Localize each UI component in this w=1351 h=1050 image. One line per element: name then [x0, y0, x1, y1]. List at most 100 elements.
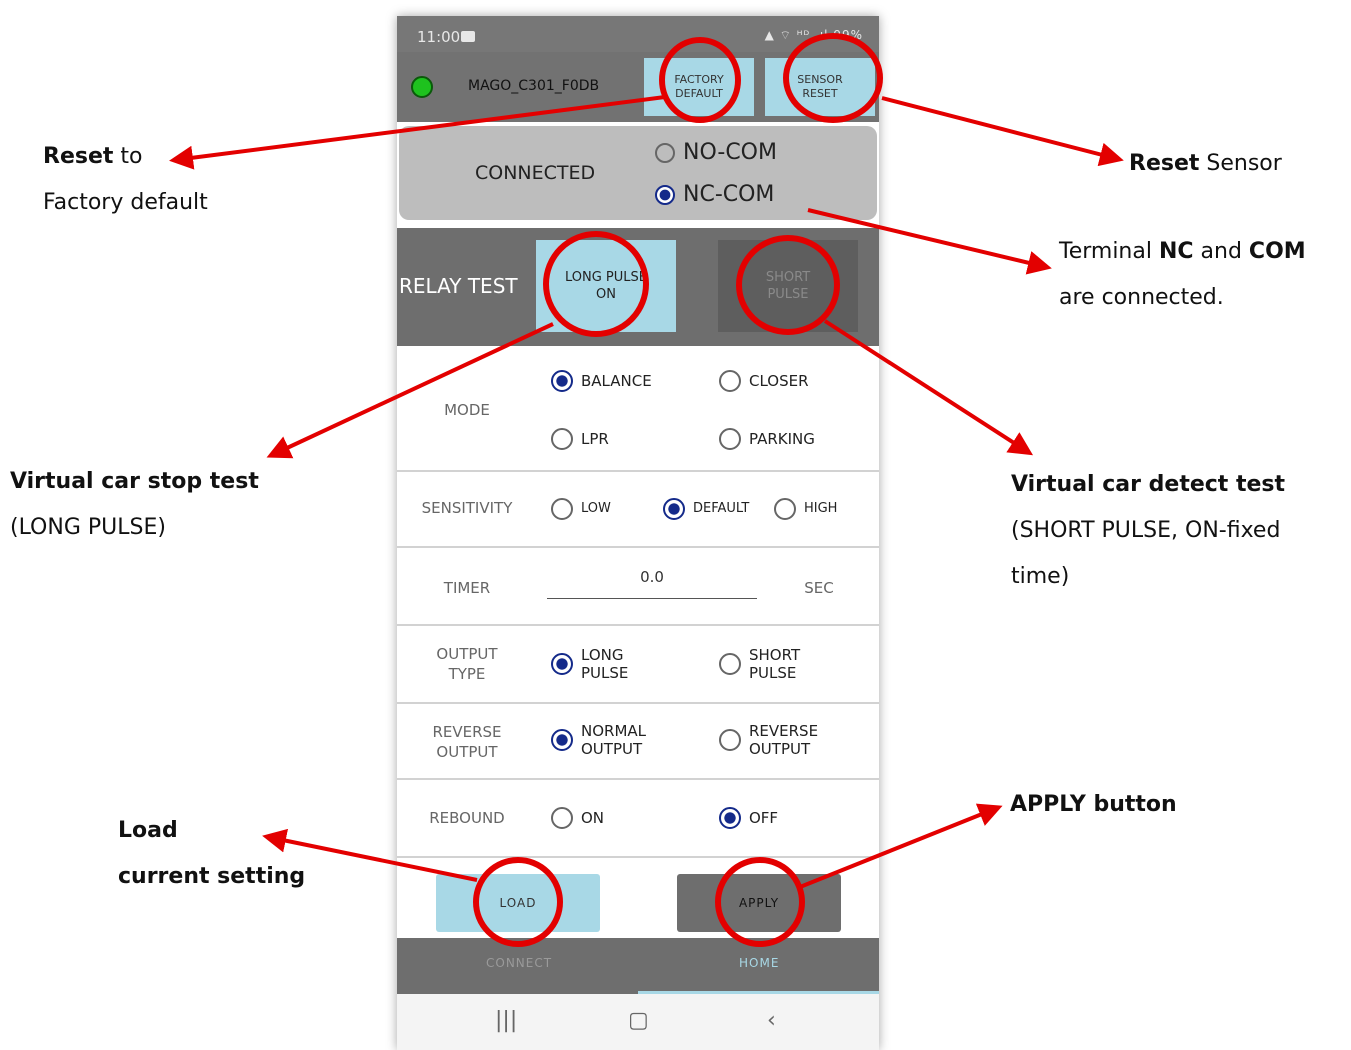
rebound-on-label: ON [581, 809, 605, 827]
radio-unselected-icon [719, 729, 741, 751]
radio-selected-icon [663, 498, 685, 520]
mode-label: MODE [444, 401, 490, 419]
reverse-output-option-normal[interactable]: NORMAL OUTPUT [551, 722, 646, 758]
rebound-label: REBOUND [429, 809, 505, 827]
timer-label: TIMER [443, 579, 491, 597]
annotation-detect-test-title: Virtual car detect test [1011, 472, 1286, 497]
rebound-off-label: OFF [749, 809, 779, 827]
mode-option-parking[interactable]: PARKING [719, 428, 815, 450]
timer-row: TIMER 0.0 SEC [397, 548, 879, 626]
annotation-factory-text1: to [113, 144, 143, 169]
sensitivity-low-label: LOW [581, 501, 611, 516]
output-type-option-short-pulse[interactable]: SHORT PULSE [719, 646, 800, 682]
reverse-output-label: REVERSE OUTPUT [432, 723, 502, 761]
radio-no-com-label: NO-COM [683, 140, 777, 165]
mode-row: MODE BALANCE CLOSER LPR PARKING [397, 348, 879, 472]
system-nav-bar: ||| ▢ ‹ [397, 994, 879, 1050]
annotation-stop-test-text: (LONG PULSE) [10, 515, 166, 540]
output-short-pulse-label: SHORT PULSE [749, 646, 801, 682]
apply-button[interactable]: APPLY [677, 874, 841, 932]
radio-no-com[interactable]: NO-COM [655, 140, 777, 165]
sensitivity-option-default[interactable]: DEFAULT [663, 498, 749, 520]
status-time: 11:00 [417, 28, 461, 46]
mode-balance-label: BALANCE [581, 372, 652, 390]
arrow [881, 96, 1124, 167]
sensor-reset-button[interactable]: SENSOR RESET [765, 58, 875, 116]
annotation-terminal-text1: Terminal [1059, 239, 1159, 264]
radio-nc-com-label: NC-COM [683, 182, 775, 207]
annotation-sensor-reset: Reset Sensor [1129, 141, 1282, 187]
mode-option-balance[interactable]: BALANCE [551, 370, 652, 392]
annotation-detect-test-text1: (SHORT PULSE, ON-fixed [1011, 518, 1281, 543]
title-bar: MAGO_C301_F0DB FACTORY DEFAULT SENSOR RE… [397, 52, 879, 122]
long-pulse-on-button[interactable]: LONG PULSE ON [536, 240, 676, 332]
annotation-load-text: current setting [118, 864, 306, 889]
timer-input[interactable]: 0.0 [547, 568, 757, 599]
radio-selected-icon [551, 370, 573, 392]
annotation-apply-title: APPLY button [1010, 792, 1177, 817]
annotation-terminal: Terminal NC and COM are connected. [1059, 229, 1306, 321]
annotation-detect-test: Virtual car detect test (SHORT PULSE, ON… [1011, 462, 1285, 600]
image-notification-icon [461, 31, 475, 42]
annotation-stop-test-title: Virtual car stop test [10, 469, 259, 494]
radio-selected-icon [551, 653, 573, 675]
load-button[interactable]: LOAD [436, 874, 600, 932]
annotation-terminal-nc: NC [1158, 239, 1194, 264]
connection-card: CONNECTED NO-COM NC-COM [399, 126, 877, 220]
device-name: MAGO_C301_F0DB [468, 78, 600, 94]
relay-test-panel: RELAY TEST LONG PULSE ON SHORT PULSE [397, 228, 879, 346]
output-type-row: OUTPUT TYPE LONG PULSE SHORT PULSE [397, 626, 879, 704]
annotation-sensor-bold: Reset [1129, 151, 1200, 176]
annotation-terminal-text3: are connected. [1059, 285, 1224, 310]
annotation-apply: APPLY button [1010, 782, 1177, 828]
phone-screen: 11:00 ▲ ⌔ ᴴᴰ .ıl 99% MAGO_C301_F0DB FACT… [397, 16, 879, 1050]
relay-test-label: RELAY TEST [399, 274, 518, 298]
back-icon[interactable]: ‹ [767, 1008, 776, 1033]
timer-unit: SEC [804, 579, 834, 597]
short-pulse-button[interactable]: SHORT PULSE [718, 240, 858, 332]
radio-unselected-icon [774, 498, 796, 520]
radio-unselected-icon [551, 428, 573, 450]
radio-unselected-icon [655, 142, 675, 163]
reverse-output-option-reverse[interactable]: REVERSE OUTPUT [719, 722, 818, 758]
radio-selected-icon [719, 807, 741, 829]
connection-led-icon [411, 76, 433, 98]
radio-unselected-icon [551, 498, 573, 520]
annotation-terminal-text2: and [1193, 239, 1249, 264]
radio-unselected-icon [719, 370, 741, 392]
mode-lpr-label: LPR [581, 430, 609, 448]
tab-home[interactable]: HOME [739, 956, 779, 970]
sensitivity-default-label: DEFAULT [693, 501, 750, 516]
radio-unselected-icon [551, 807, 573, 829]
radio-selected-icon [655, 184, 675, 205]
radio-unselected-icon [719, 653, 741, 675]
status-bar: 11:00 ▲ ⌔ ᴴᴰ .ıl 99% [397, 16, 879, 52]
mode-option-lpr[interactable]: LPR [551, 428, 609, 450]
radio-selected-icon [551, 729, 573, 751]
annotation-sensor-text: Sensor [1199, 151, 1282, 176]
annotation-stop-test: Virtual car stop test (LONG PULSE) [10, 459, 259, 551]
sensitivity-row: SENSITIVITY LOW DEFAULT HIGH [397, 472, 879, 548]
output-type-label: OUTPUT TYPE [436, 645, 498, 683]
tab-connect[interactable]: CONNECT [486, 956, 552, 970]
mode-closer-label: CLOSER [749, 372, 809, 390]
annotation-load: Load current setting [118, 808, 305, 900]
sensitivity-high-label: HIGH [804, 501, 838, 516]
home-icon[interactable]: ▢ [628, 1008, 649, 1033]
sensitivity-option-low[interactable]: LOW [551, 498, 611, 520]
mode-option-closer[interactable]: CLOSER [719, 370, 809, 392]
recents-icon[interactable]: ||| [495, 1008, 517, 1033]
annotation-detect-test-text2: time) [1011, 564, 1070, 589]
normal-output-label: NORMAL OUTPUT [581, 722, 647, 758]
annotation-factory-reset: Reset to Factory default [43, 134, 208, 226]
output-type-option-long-pulse[interactable]: LONG PULSE [551, 646, 628, 682]
annotation-load-title: Load [118, 818, 178, 843]
factory-default-button[interactable]: FACTORY DEFAULT [644, 58, 754, 116]
annotation-terminal-com: COM [1248, 239, 1306, 264]
bottom-nav: CONNECT HOME [397, 938, 879, 994]
sensitivity-option-high[interactable]: HIGH [774, 498, 837, 520]
annotation-factory-bold: Reset [43, 144, 114, 169]
radio-nc-com[interactable]: NC-COM [655, 182, 774, 207]
rebound-option-on[interactable]: ON [551, 807, 604, 829]
rebound-option-off[interactable]: OFF [719, 807, 778, 829]
